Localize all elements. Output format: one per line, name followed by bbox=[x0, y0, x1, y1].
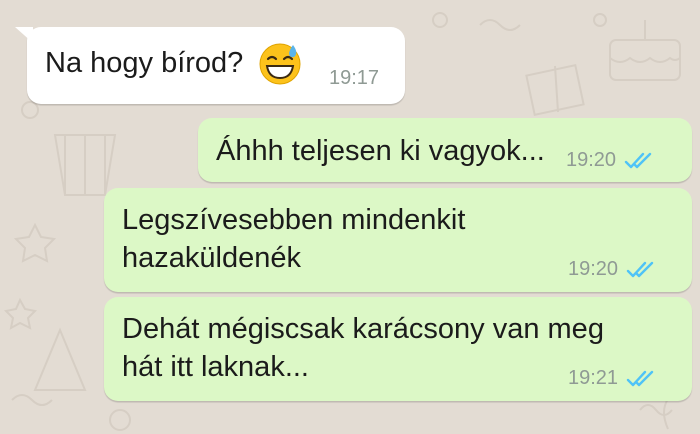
message-time: 19:20 bbox=[566, 149, 617, 171]
outgoing-message-bubble[interactable]: Áhhh teljesen ki vagyok... 19:20 bbox=[198, 118, 692, 182]
read-ticks-icon bbox=[624, 151, 654, 171]
cake-doodle-icon bbox=[609, 20, 681, 81]
incoming-message-bubble[interactable]: Na hogy bírod? 19:17 bbox=[15, 27, 405, 104]
star-doodle-icon bbox=[13, 222, 57, 263]
star-doodle-icon bbox=[3, 297, 38, 330]
message-text-line: hát itt laknak... bbox=[122, 351, 309, 383]
popcorn-doodle-icon bbox=[53, 134, 117, 196]
message-time: 19:21 bbox=[568, 367, 619, 389]
message-time: 19:20 bbox=[568, 258, 619, 280]
read-ticks-icon bbox=[626, 369, 656, 389]
party-hat-doodle-icon bbox=[33, 327, 87, 391]
message-text: Na hogy bírod? bbox=[45, 47, 244, 79]
outgoing-message-bubble[interactable]: Dehát mégiscsak karácsony van meg hát it… bbox=[104, 297, 692, 401]
message-text: Áhhh teljesen ki vagyok... bbox=[216, 135, 545, 167]
message-text-line: Dehát mégiscsak karácsony van meg bbox=[122, 313, 604, 345]
outgoing-message-bubble[interactable]: Legszívesebben mindenkit hazaküldenék 19… bbox=[104, 188, 692, 292]
gift-doodle-icon bbox=[525, 64, 585, 116]
message-text-line: Legszívesebben mindenkit bbox=[122, 204, 466, 236]
message-text-line: hazaküldenék bbox=[122, 242, 301, 274]
grinning-face-with-sweat-emoji bbox=[259, 43, 301, 85]
message-time: 19:17 bbox=[329, 67, 380, 89]
read-ticks-icon bbox=[626, 260, 656, 280]
bubble-tail bbox=[15, 27, 33, 43]
